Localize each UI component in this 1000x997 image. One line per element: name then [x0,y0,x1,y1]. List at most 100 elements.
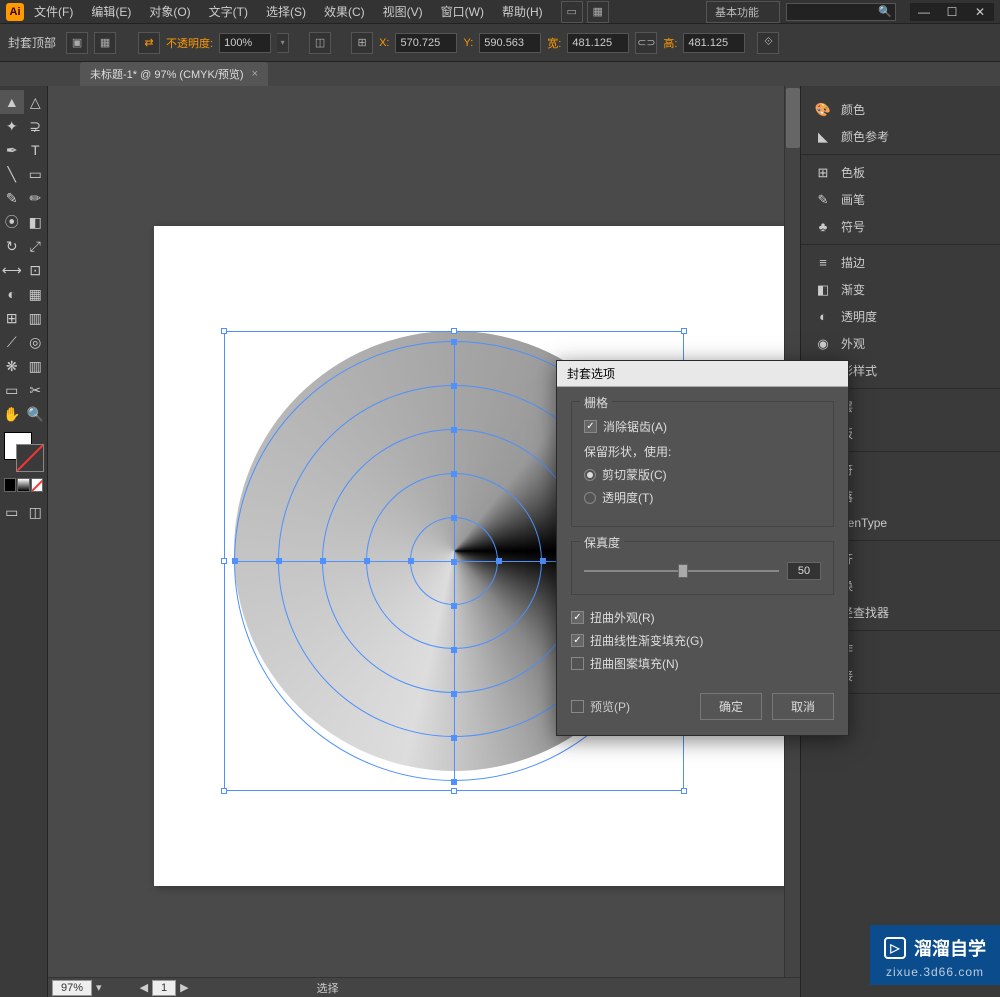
fidelity-value[interactable]: 50 [787,562,821,580]
hand-tool[interactable]: ✋ [0,402,24,426]
brush-icon: ✎ [815,192,831,208]
panel-stroke[interactable]: ≡描边 [801,249,1000,276]
search-icon: 🔍 [878,5,892,18]
scrollbar-thumb[interactable] [786,88,800,148]
minimize-button[interactable]: — [910,3,938,21]
artboard-nav[interactable]: 1 [152,980,176,996]
raster-group-label: 栅格 [580,394,612,411]
envelope-btn-1[interactable]: ▣ [66,32,88,54]
color-mode-solid[interactable] [4,478,16,492]
scale-tool[interactable]: ⤢ [24,234,48,258]
clip-mask-radio[interactable] [584,469,596,481]
blob-brush-tool[interactable]: ⦿ [0,210,24,234]
panel-gradient[interactable]: ◧渐变 [801,276,1000,303]
ok-button[interactable]: 确定 [700,693,762,720]
selection-tool[interactable]: ▲ [0,90,24,114]
distort-pattern-checkbox[interactable] [571,657,584,670]
paintbrush-tool[interactable]: ✎ [0,186,24,210]
palette-icon: 🎨 [815,102,831,118]
distort-appearance-checkbox[interactable] [571,611,584,624]
y-input[interactable] [479,33,541,53]
line-tool[interactable]: ╲ [0,162,24,186]
width-tool[interactable]: ⟷ [0,258,24,282]
fidelity-slider[interactable] [584,570,779,572]
workspace-selector[interactable]: 基本功能 [706,1,780,23]
menu-file[interactable]: 文件(F) [34,3,73,20]
type-tool[interactable]: T [24,138,48,162]
maximize-button[interactable]: ☐ [938,3,966,21]
distort-appearance-label: 扭曲外观(R) [590,609,655,626]
dialog-title: 封套选项 [557,361,848,387]
screen-mode-btn-2[interactable]: ◫ [24,500,48,524]
blend-tool[interactable]: ◎ [24,330,48,354]
color-swatch-area[interactable] [0,426,47,476]
layout-btn-1[interactable]: ▭ [561,1,583,23]
envelope-btn-2[interactable]: ▦ [94,32,116,54]
eraser-tool[interactable]: ◧ [24,210,48,234]
distort-gradient-checkbox[interactable] [571,634,584,647]
symbol-sprayer-tool[interactable]: ❋ [0,354,24,378]
panel-brushes[interactable]: ✎画笔 [801,186,1000,213]
document-tab[interactable]: 未标题-1* @ 97% (CMYK/预览) × [80,62,268,86]
opacity-input[interactable] [219,33,271,53]
panel-color[interactable]: 🎨颜色 [801,96,1000,123]
document-tab-close[interactable]: × [252,68,258,80]
panel-transparency[interactable]: ◐透明度 [801,303,1000,330]
slice-tool[interactable]: ✂ [24,378,48,402]
slider-thumb[interactable] [678,564,688,578]
watermark-url: zixue.3d66.com [886,965,984,979]
panel-symbols[interactable]: ♣符号 [801,213,1000,240]
link-wh-button[interactable]: ⊂⊃ [635,32,657,54]
x-input[interactable] [395,33,457,53]
menu-window[interactable]: 窗口(W) [441,3,484,20]
menu-select[interactable]: 选择(S) [266,3,306,20]
stroke-icon: ≡ [815,255,831,271]
opacity-dropdown[interactable]: ▾ [277,33,289,53]
cancel-button[interactable]: 取消 [772,693,834,720]
align-grid-icon[interactable]: ⊞ [351,32,373,54]
zoom-level[interactable]: 97% [52,980,92,996]
clip-mask-label: 剪切蒙版(C) [602,466,667,483]
artboard-tool[interactable]: ▭ [0,378,24,402]
w-input[interactable] [567,33,629,53]
menu-effect[interactable]: 效果(C) [324,3,365,20]
gradient-tool[interactable]: ▥ [24,306,48,330]
antialias-checkbox[interactable] [584,420,597,433]
mesh-tool[interactable]: ⊞ [0,306,24,330]
menu-help[interactable]: 帮助(H) [502,3,543,20]
rectangle-tool[interactable]: ▭ [24,162,48,186]
status-bar: 97% ▾ ◀ 1 ▶ 选择 [48,977,800,997]
zoom-tool[interactable]: 🔍 [24,402,48,426]
menu-edit[interactable]: 编辑(E) [91,3,131,20]
panel-swatches[interactable]: ⊞色板 [801,159,1000,186]
constrain-btn[interactable]: ⟐ [757,32,779,54]
close-button[interactable]: ✕ [966,3,994,21]
eyedropper-tool[interactable]: ⟋ [0,330,24,354]
menu-type[interactable]: 文字(T) [209,3,248,20]
layout-btn-2[interactable]: ▦ [587,1,609,23]
menu-view[interactable]: 视图(V) [383,3,423,20]
free-transform-tool[interactable]: ⊡ [24,258,48,282]
watermark: ▷ 溜溜自学 zixue.3d66.com [870,925,1000,985]
h-input[interactable] [683,33,745,53]
transparency-radio[interactable] [584,492,596,504]
column-graph-tool[interactable]: ▥ [24,354,48,378]
perspective-grid-tool[interactable]: ▦ [24,282,48,306]
screen-mode-btn-1[interactable]: ▭ [0,500,24,524]
lasso-tool[interactable]: ⊋ [24,114,48,138]
magic-wand-tool[interactable]: ✦ [0,114,24,138]
color-mode-none[interactable] [31,478,43,492]
direct-selection-tool[interactable]: △ [24,90,48,114]
arrows-icon[interactable]: ⇄ [138,32,160,54]
pencil-tool[interactable]: ✏ [24,186,48,210]
rotate-tool[interactable]: ↻ [0,234,24,258]
color-mode-gradient[interactable] [17,478,29,492]
panel-color-guide[interactable]: ◣颜色参考 [801,123,1000,150]
panel-appearance[interactable]: ◉外观 [801,330,1000,357]
shape-builder-tool[interactable]: ◐ [0,282,24,306]
stroke-swatch[interactable] [16,444,44,472]
preview-checkbox[interactable] [571,700,584,713]
transform-btn[interactable]: ◫ [309,32,331,54]
menu-object[interactable]: 对象(O) [149,3,190,20]
pen-tool[interactable]: ✒ [0,138,24,162]
